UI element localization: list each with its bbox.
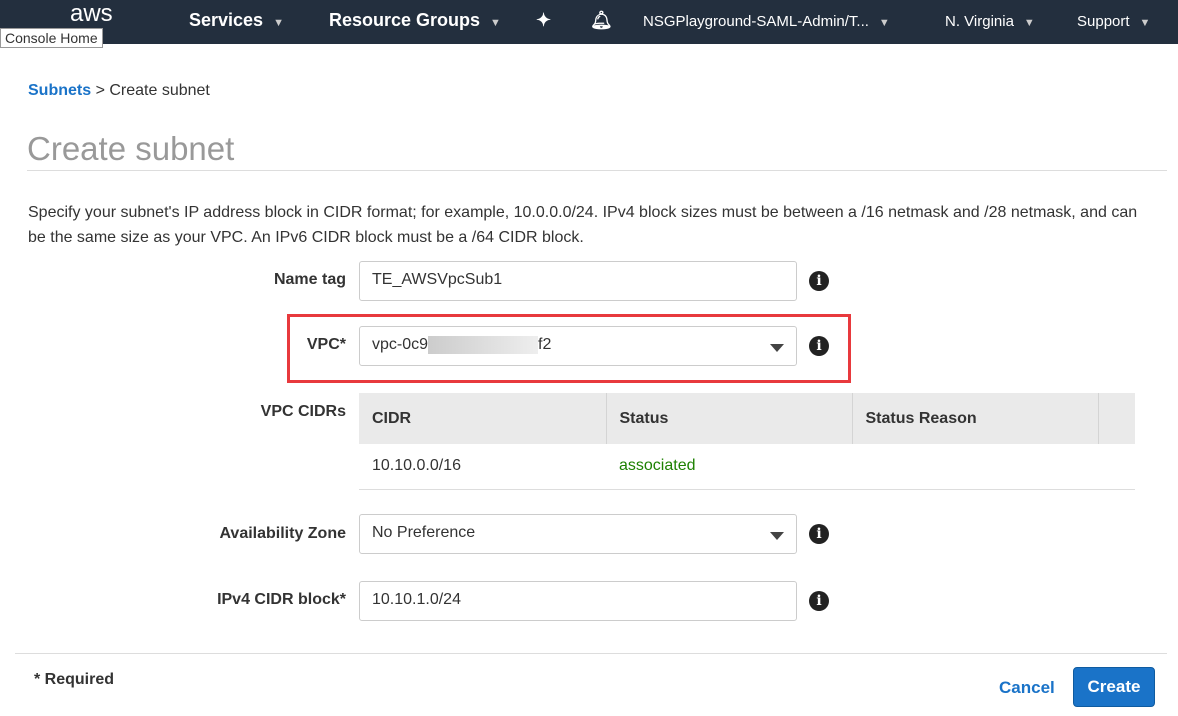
availability-zone-select[interactable]: No Preference [359, 514, 797, 554]
page-title: Create subnet [27, 130, 235, 167]
name-tag-input[interactable]: TE_AWSVpcSub1 [359, 261, 797, 301]
support-label: Support [1077, 13, 1130, 30]
info-icon[interactable]: i [809, 271, 829, 291]
breadcrumb-separator: > [91, 82, 110, 99]
ipv4-cidr-input[interactable]: 10.10.1.0/24 [359, 581, 797, 621]
vpc-cidrs-label: VPC CIDRs [260, 403, 346, 420]
table-row: 10.10.0.0/16 associated [359, 444, 1135, 490]
breadcrumb-subnets-link[interactable]: Subnets [28, 82, 91, 99]
vpc-select[interactable]: vpc-0c9 f2 [359, 326, 797, 366]
column-header: Status Reason [852, 393, 1099, 444]
status-cell: associated [606, 444, 852, 490]
vpc-value-prefix: vpc-0c9 [372, 336, 429, 354]
column-header: Status [606, 393, 853, 444]
vpc-cidrs-table: CIDR Status Status Reason 10.10.0.0/16 a… [359, 393, 1135, 490]
availability-zone-label: Availability Zone [219, 525, 346, 542]
support-menu[interactable]: Support ▼ [1077, 13, 1150, 30]
column-header: CIDR [359, 393, 607, 444]
info-icon[interactable]: i [809, 336, 829, 356]
breadcrumb: Subnets > Create subnet [28, 82, 210, 100]
chevron-down-icon: ▼ [490, 17, 501, 29]
chevron-down-icon: ▼ [1139, 17, 1151, 29]
vpc-value-suffix: f2 [538, 336, 552, 354]
top-nav: aws Console Home Services ▼ Resource Grou… [0, 0, 1178, 48]
cancel-button[interactable]: Cancel [999, 678, 1055, 698]
caret-down-icon [770, 344, 784, 352]
chevron-down-icon: ▼ [878, 17, 890, 29]
chevron-down-icon: ▼ [1023, 17, 1035, 29]
empty-cell [1098, 444, 1135, 490]
info-icon[interactable]: i [809, 524, 829, 544]
required-note: * Required [34, 671, 115, 688]
caret-down-icon [770, 532, 784, 540]
breadcrumb-current: Create subnet [109, 82, 210, 99]
region-label: N. Virginia [945, 13, 1014, 30]
resource-groups-menu[interactable]: Resource Groups ▼ [329, 10, 501, 31]
ipv4-cidr-label: IPv4 CIDR block* [217, 591, 346, 608]
name-tag-label: Name tag [273, 271, 346, 288]
vpc-label: VPC* [306, 336, 346, 353]
account-label: NSGPlayground-SAML-Admin/T... [643, 13, 869, 30]
pin-icon[interactable]: ✦ [536, 10, 551, 31]
region-menu[interactable]: N. Virginia ▼ [945, 13, 1035, 30]
resource-groups-label: Resource Groups [329, 10, 481, 30]
redacted-block [428, 336, 539, 354]
aws-logo[interactable]: aws [70, 0, 113, 28]
account-menu[interactable]: NSGPlayground-SAML-Admin/T... ▼ [643, 13, 890, 30]
info-icon[interactable]: i [809, 591, 829, 611]
chevron-down-icon: ▼ [273, 17, 284, 29]
column-header-empty [1098, 393, 1135, 444]
bell-icon[interactable]: 🔔︎ [590, 10, 613, 31]
az-value: No Preference [372, 524, 476, 541]
console-home-tooltip: Console Home [0, 28, 103, 48]
table-header: CIDR Status Status Reason [359, 393, 1135, 444]
cidr-cell: 10.10.0.0/16 [359, 444, 606, 490]
services-menu[interactable]: Services ▼ [189, 10, 284, 31]
description: Specify your subnet's IP address block i… [28, 204, 1138, 246]
reason-cell [852, 444, 1098, 490]
services-label: Services [189, 10, 264, 30]
create-button[interactable]: Create [1073, 667, 1155, 707]
footer-divider [15, 653, 1167, 654]
divider [27, 170, 1167, 171]
